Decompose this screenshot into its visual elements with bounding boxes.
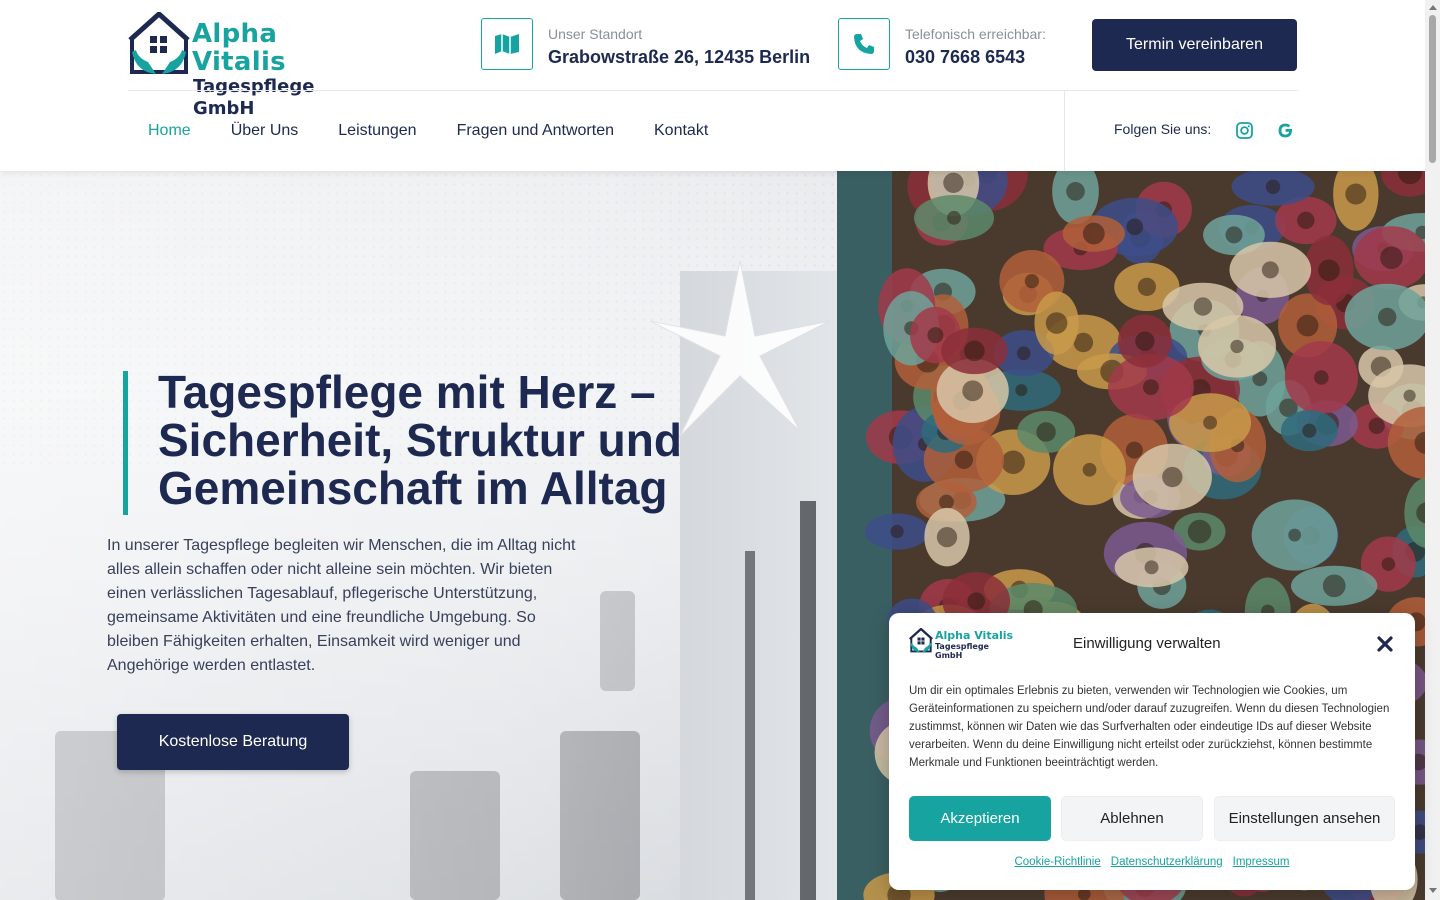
- nav-item-leistungen[interactable]: Leistungen: [318, 122, 436, 140]
- follow-label: Folgen Sie uns:: [1114, 121, 1212, 137]
- imprint-link[interactable]: Impressum: [1233, 856, 1290, 868]
- hero-headline-line1: Tagespflege mit Herz –: [158, 366, 656, 418]
- phone-icon: [838, 18, 890, 70]
- free-consultation-button[interactable]: Kostenlose Beratung: [117, 714, 349, 770]
- cookie-consent-dialog: Alpha Vitalis Tagespflege GmbH Einwillig…: [889, 613, 1415, 890]
- nav-item-kontakt[interactable]: Kontakt: [634, 122, 728, 140]
- appointment-button[interactable]: Termin vereinbaren: [1092, 19, 1297, 71]
- nav-item-home[interactable]: Home: [128, 122, 211, 140]
- cookie-links: Cookie-Richtlinie Datenschutzerklärung I…: [889, 856, 1415, 868]
- map-icon: [481, 18, 533, 70]
- instagram-icon[interactable]: [1234, 120, 1254, 140]
- phone-label: Telefonisch erreichbar:: [905, 26, 1046, 42]
- hero-headline-line3: Gemeinschaft im Alltag: [158, 462, 668, 514]
- page-scrollbar[interactable]: [1425, 0, 1440, 900]
- site-header: Alpha Vitalis Tagespflege GmbH Unser Sta…: [0, 0, 1425, 171]
- location-label: Unser Standort: [548, 26, 643, 42]
- cookie-brand-logo: Alpha Vitalis Tagespflege GmbH: [909, 628, 1019, 660]
- privacy-policy-link[interactable]: Datenschutzerklärung: [1111, 856, 1223, 868]
- hero-headline-line2: Sicherheit, Struktur und: [158, 414, 682, 466]
- nav-item-ueber-uns[interactable]: Über Uns: [211, 122, 319, 140]
- cookie-policy-link[interactable]: Cookie-Richtlinie: [1014, 856, 1100, 868]
- main-nav: Home Über Uns Leistungen Fragen und Antw…: [128, 91, 728, 171]
- location-address: Grabowstraße 26, 12435 Berlin: [548, 47, 811, 67]
- scroll-down-arrow-icon[interactable]: [1429, 888, 1437, 893]
- nav-item-faq[interactable]: Fragen und Antworten: [437, 122, 634, 140]
- brand-logo[interactable]: Alpha Vitalis Tagespflege GmbH: [128, 12, 378, 119]
- cookie-title: Einwilligung verwalten: [1073, 635, 1221, 652]
- headline-accent-bar: [123, 371, 128, 515]
- brand-name: Alpha Vitalis: [192, 19, 286, 77]
- phone-number[interactable]: 030 7668 6543: [905, 47, 1025, 68]
- close-icon[interactable]: [1376, 635, 1394, 653]
- accept-cookies-button[interactable]: Akzeptieren: [909, 796, 1051, 841]
- view-preferences-button[interactable]: Einstellungen ansehen: [1214, 796, 1395, 841]
- cookie-brand-name: Alpha Vitalis: [935, 629, 1014, 642]
- house-hands-icon: [128, 12, 190, 74]
- hero-description: In unserer Tagespflege begleiten wir Men…: [107, 537, 576, 674]
- scroll-thumb[interactable]: [1429, 15, 1436, 163]
- hero-headline: Tagespflege mit Herz – Sicherheit, Struk…: [158, 368, 718, 512]
- house-hands-icon: [909, 628, 933, 653]
- nav-divider: [1064, 91, 1065, 171]
- scroll-up-arrow-icon[interactable]: [1429, 5, 1437, 10]
- deny-cookies-button[interactable]: Ablehnen: [1061, 796, 1203, 841]
- google-icon[interactable]: [1275, 120, 1295, 140]
- cookie-description: Um dir ein optimales Erlebnis zu bieten,…: [909, 685, 1390, 769]
- cookie-brand-subtitle: Tagespflege GmbH: [935, 642, 989, 660]
